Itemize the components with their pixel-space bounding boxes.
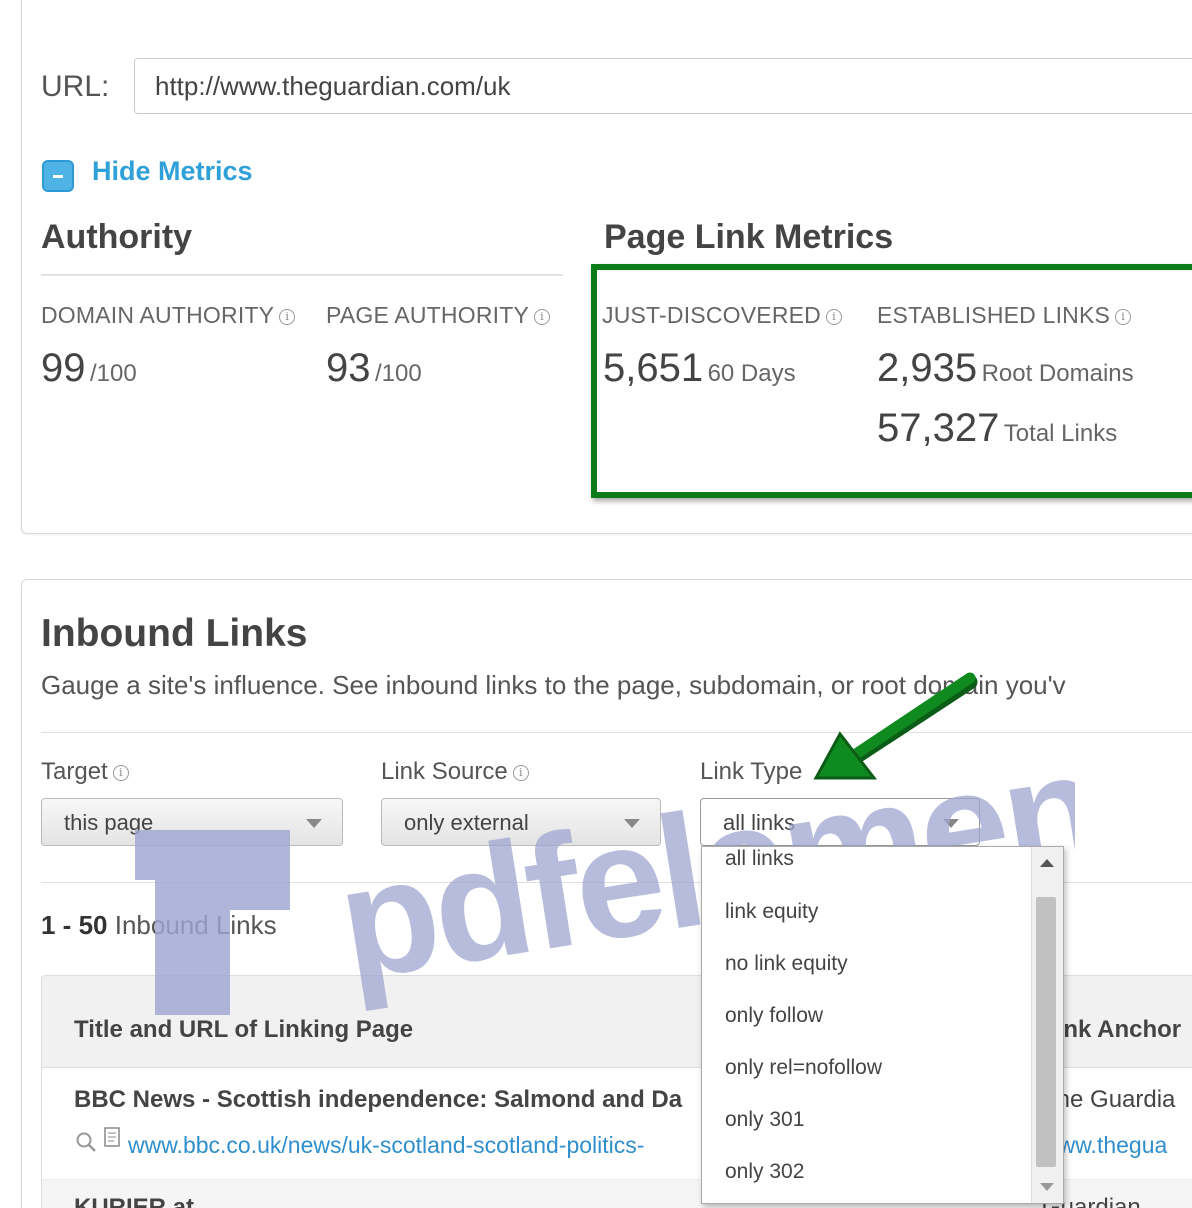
green-arrow-icon: [813, 672, 978, 780]
dropdown-option[interactable]: link equity: [725, 900, 818, 924]
domain-authority-value: 99 /100: [41, 346, 137, 391]
dropdown-option[interactable]: only rel=nofollow: [725, 1056, 882, 1080]
page-authority-value: 93 /100: [326, 346, 422, 391]
linking-page-url[interactable]: www.bbc.co.uk/news/uk-scotland-scotland-…: [128, 1132, 644, 1159]
collapse-toggle-icon[interactable]: [42, 160, 74, 192]
column-header-title[interactable]: Title and URL of Linking Page: [74, 1016, 413, 1044]
highlight-box: [591, 264, 1192, 498]
dropdown-option[interactable]: no link equity: [725, 952, 848, 976]
scroll-up-arrow-icon[interactable]: [1040, 859, 1054, 867]
link-type-filter-label: Link Type: [700, 758, 802, 786]
info-icon[interactable]: i: [512, 764, 529, 781]
page-authority-label-text: PAGE AUTHORITY: [326, 302, 530, 328]
domain-authority-label: DOMAIN AUTHORITY i: [41, 302, 296, 329]
domain-authority-unit: /100: [89, 360, 137, 387]
scrollbar-thumb[interactable]: [1036, 897, 1056, 1167]
authority-heading: Authority: [41, 218, 193, 256]
link-source-select[interactable]: only external: [381, 798, 661, 846]
link-source-select-value: only external: [404, 810, 529, 835]
url-label: URL:: [41, 70, 110, 103]
linking-page-title: BBC News - Scottish independence: Salmon…: [74, 1086, 683, 1113]
scroll-down-arrow-icon[interactable]: [1040, 1183, 1054, 1191]
dropdown-option[interactable]: all links: [725, 847, 794, 871]
info-icon[interactable]: i: [279, 308, 296, 325]
dropdown-option[interactable]: only 301: [725, 1108, 804, 1132]
divider: [41, 732, 1192, 733]
link-source-filter-label-text: Link Source: [381, 758, 508, 785]
link-source-filter-label: Link Source i: [381, 758, 529, 786]
domain-authority-label-text: DOMAIN AUTHORITY: [41, 302, 275, 328]
count-range: 1 - 50: [41, 910, 108, 940]
url-input[interactable]: [134, 58, 1192, 114]
magnifier-icon[interactable]: [74, 1130, 98, 1159]
dropdown-option[interactable]: only 302: [725, 1160, 804, 1184]
scrollbar[interactable]: [1031, 847, 1063, 1203]
page-authority-number: 93: [326, 346, 371, 390]
target-filter-label-text: Target: [41, 758, 108, 785]
hide-metrics-link[interactable]: Hide Metrics: [92, 156, 253, 187]
link-type-select-value: all links: [723, 810, 796, 835]
chevron-down-icon: [624, 819, 640, 828]
page-authority-unit: /100: [374, 360, 422, 387]
link-type-select[interactable]: all links: [700, 798, 980, 846]
linking-page-title: KURIER.at: [74, 1194, 195, 1208]
info-icon[interactable]: i: [534, 308, 551, 325]
target-filter-label: Target i: [41, 758, 129, 786]
chevron-down-icon: [943, 819, 959, 828]
chevron-down-icon: [306, 819, 322, 828]
link-type-dropdown: all links link equity no link equity onl…: [701, 846, 1064, 1204]
target-select-value: this page: [64, 810, 154, 835]
inbound-links-heading: Inbound Links: [41, 612, 308, 655]
count-label: Inbound Links: [107, 910, 277, 940]
link-type-filter-label-text: Link Type: [700, 758, 803, 785]
inbound-links-count: 1 - 50 Inbound Links: [41, 910, 277, 941]
page-authority-label: PAGE AUTHORITY i: [326, 302, 551, 329]
divider: [41, 274, 563, 276]
info-icon[interactable]: i: [112, 764, 129, 781]
page-link-metrics-heading: Page Link Metrics: [604, 218, 894, 256]
dropdown-option[interactable]: only follow: [725, 1004, 823, 1028]
page-icon[interactable]: [102, 1126, 124, 1155]
domain-authority-number: 99: [41, 346, 86, 390]
target-select[interactable]: this page: [41, 798, 343, 846]
